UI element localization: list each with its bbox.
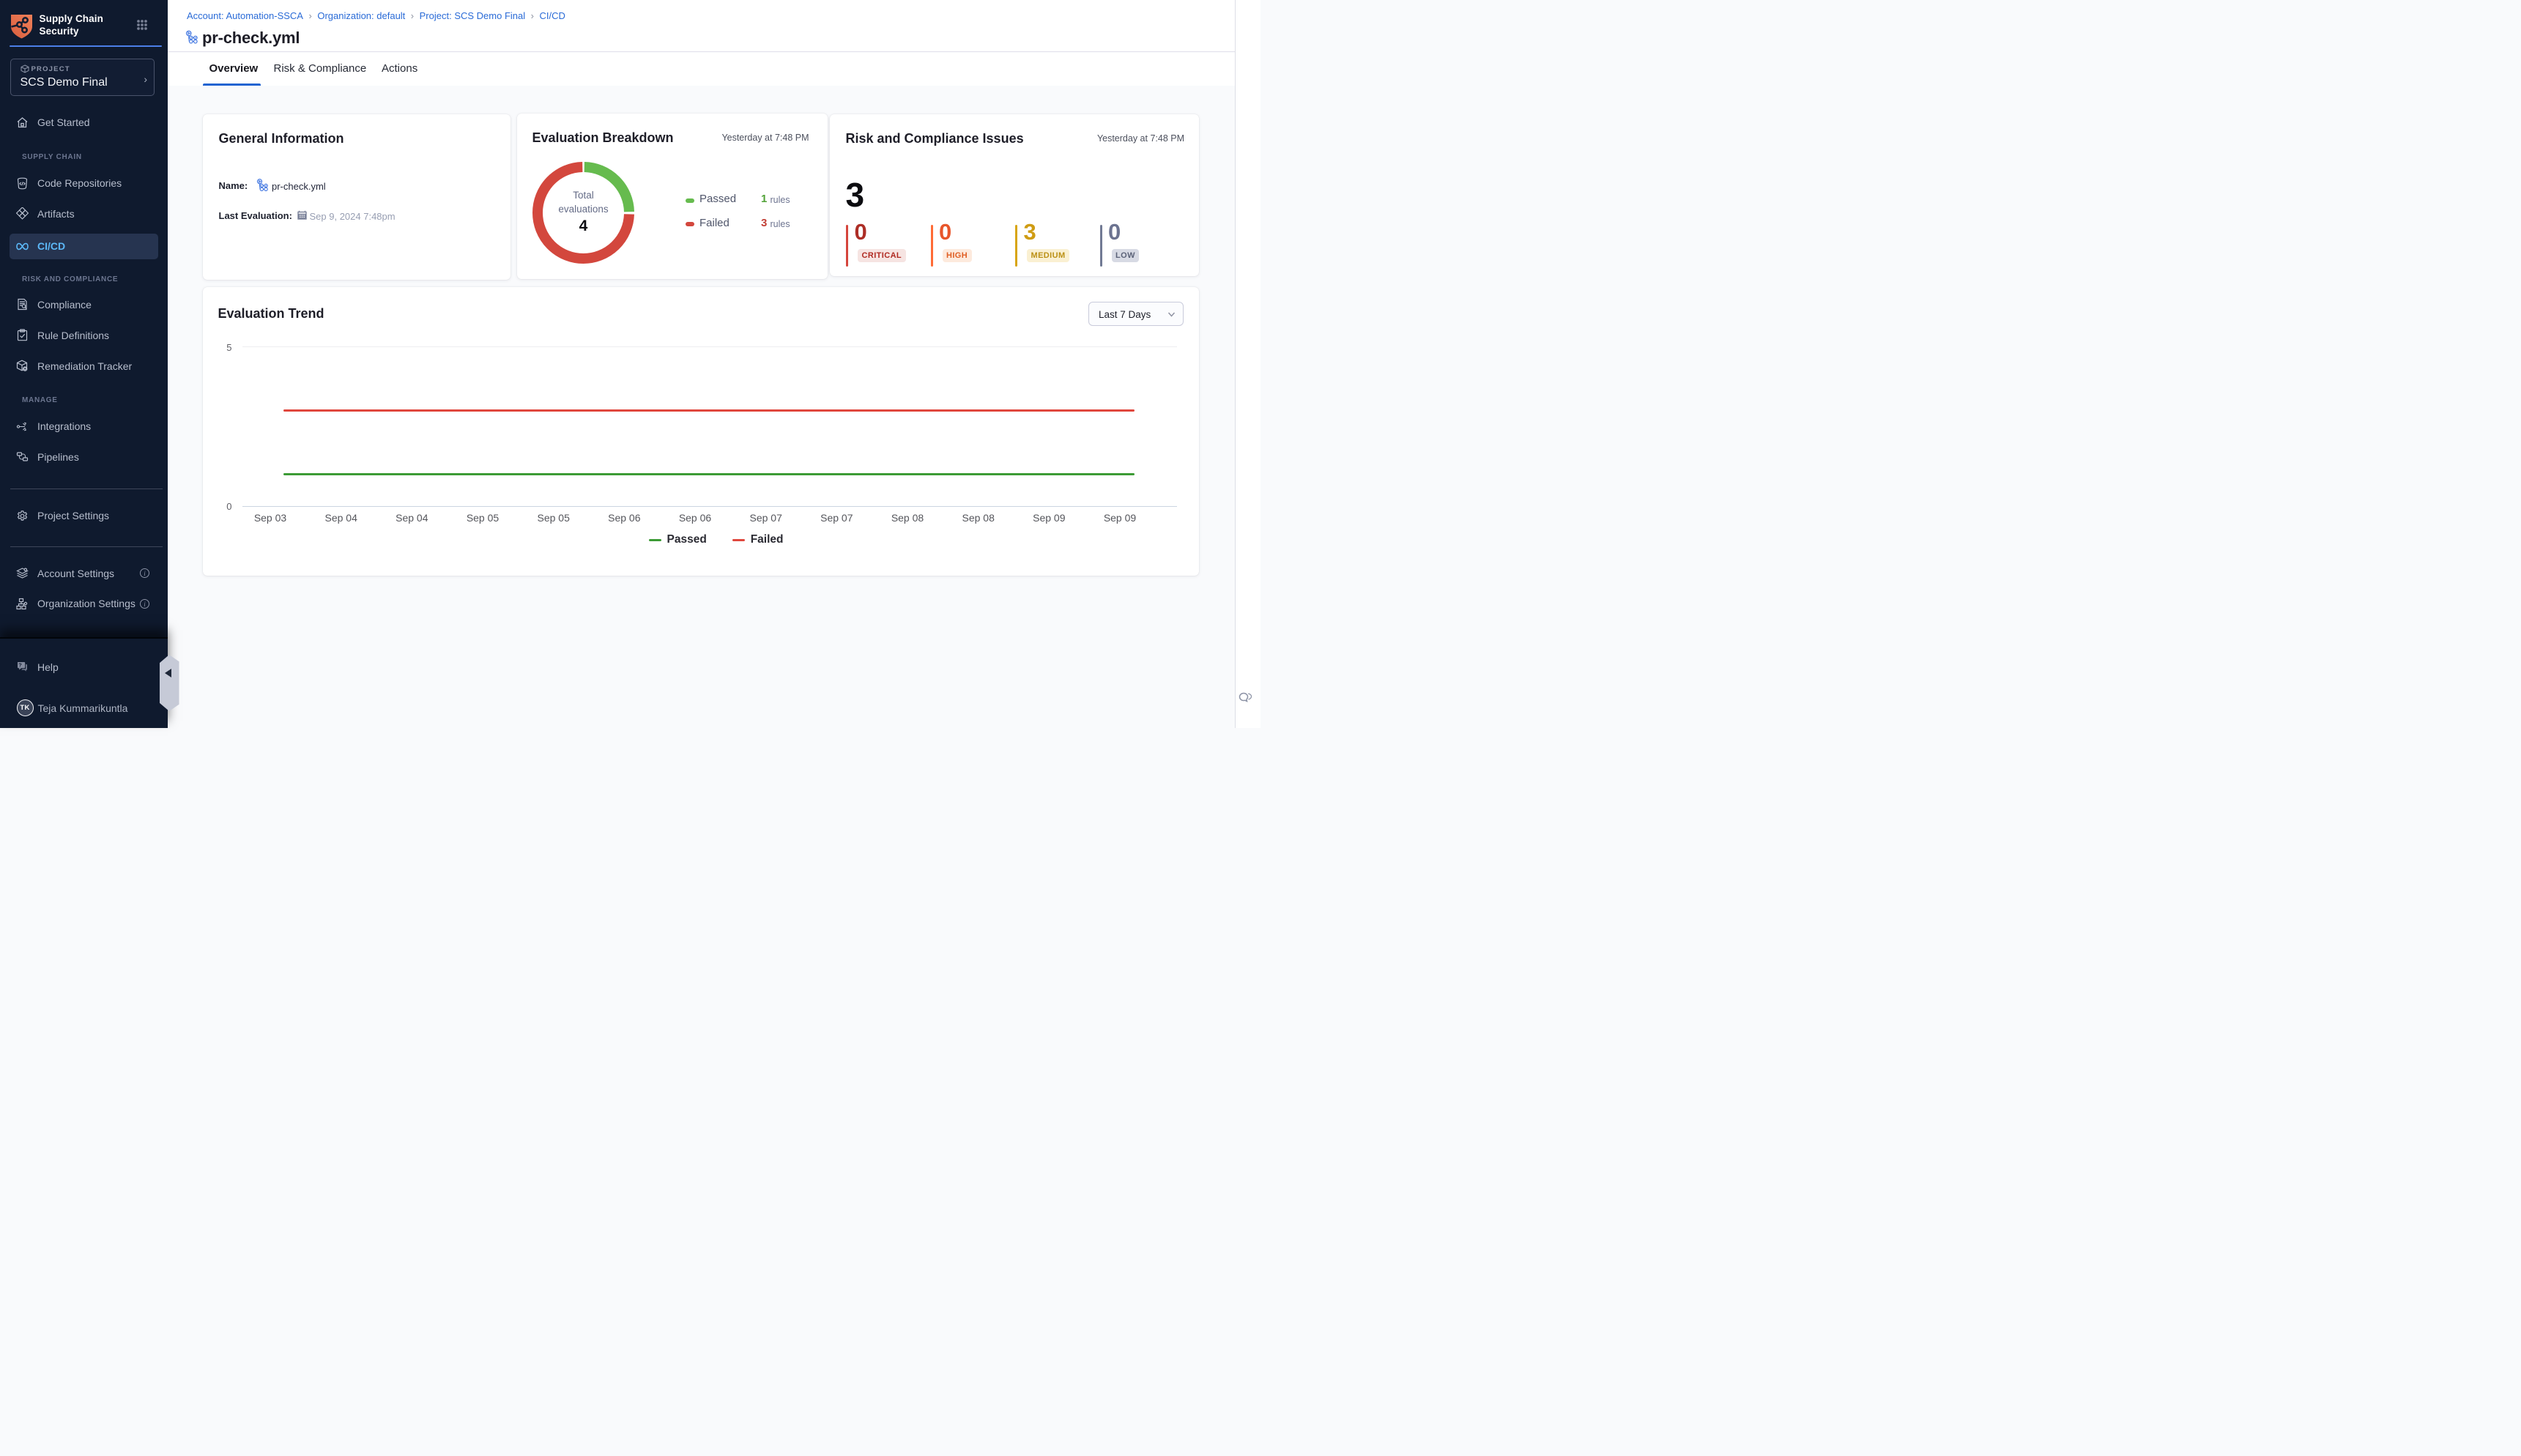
svg-text:?: ? [18, 662, 22, 669]
